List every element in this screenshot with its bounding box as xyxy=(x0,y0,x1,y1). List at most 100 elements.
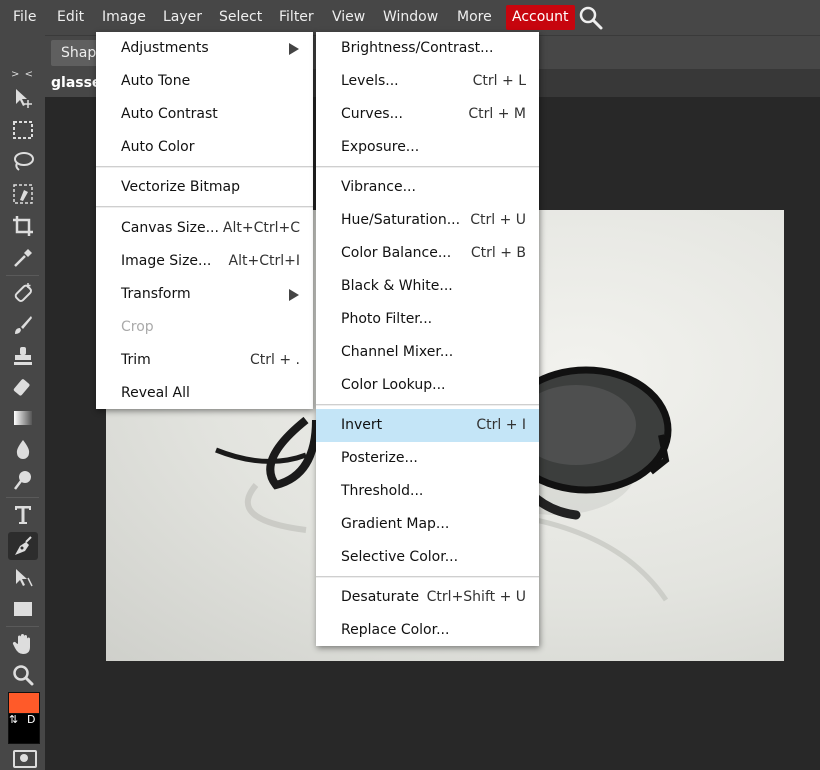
menu-item-label: Black & White... xyxy=(341,278,453,294)
menu-item-image-size[interactable]: Image Size... Alt+Ctrl+I xyxy=(96,245,313,278)
menu-item-label: Auto Color xyxy=(121,139,195,155)
rectangle-tool-icon[interactable] xyxy=(8,595,38,623)
menu-item-replace-color[interactable]: Replace Color... xyxy=(316,614,539,647)
menu-item-label: Channel Mixer... xyxy=(341,344,454,360)
menu-bar: File Edit Image Layer Select Filter View… xyxy=(0,0,820,35)
menu-file[interactable]: File xyxy=(13,0,36,35)
quick-selection-tool-icon[interactable] xyxy=(8,180,38,208)
clone-stamp-tool-icon[interactable] xyxy=(8,342,38,370)
menu-item-label: Color Lookup... xyxy=(341,377,446,393)
collapse-toolbar-toggle[interactable]: > < xyxy=(0,69,45,81)
path-selection-tool-icon[interactable] xyxy=(8,564,38,592)
menu-item-auto-color[interactable]: Auto Color xyxy=(96,131,313,164)
menu-separator xyxy=(316,404,539,406)
foreground-color-swatch[interactable] xyxy=(8,692,40,714)
menu-item-label: Invert xyxy=(341,417,383,433)
menu-filter[interactable]: Filter xyxy=(279,0,314,35)
menu-item-exposure[interactable]: Exposure... xyxy=(316,131,539,164)
adjustments-submenu: Brightness/Contrast... Levels... Ctrl + … xyxy=(316,32,539,646)
menu-item-shortcut: Ctrl+Shift + U xyxy=(426,589,526,605)
search-icon[interactable] xyxy=(578,5,604,31)
swap-colors-icon[interactable]: ⇅ xyxy=(9,713,18,726)
menu-layer[interactable]: Layer xyxy=(163,0,202,35)
default-colors-button[interactable]: D xyxy=(27,713,35,726)
toolbar-divider xyxy=(6,626,39,627)
blur-tool-icon[interactable] xyxy=(8,435,38,463)
menu-item-label: Gradient Map... xyxy=(341,516,450,532)
menu-item-canvas-size[interactable]: Canvas Size... Alt+Ctrl+C xyxy=(96,212,313,245)
eyedropper-tool-icon[interactable] xyxy=(8,244,38,272)
menu-item-adjustments[interactable]: Adjustments xyxy=(96,32,313,65)
menu-item-label: Vectorize Bitmap xyxy=(121,179,240,195)
menu-item-label: Reveal All xyxy=(121,385,190,401)
zoom-tool-icon[interactable] xyxy=(8,661,38,689)
healing-brush-tool-icon[interactable] xyxy=(8,279,38,307)
type-tool-icon[interactable] xyxy=(8,501,38,529)
lasso-tool-icon[interactable] xyxy=(8,148,38,176)
menu-image[interactable]: Image xyxy=(102,0,146,35)
menu-item-threshold[interactable]: Threshold... xyxy=(316,475,539,508)
menu-item-shortcut: Ctrl + U xyxy=(470,212,526,228)
menu-item-label: Vibrance... xyxy=(341,179,416,195)
menu-more[interactable]: More xyxy=(457,0,492,35)
move-tool-icon[interactable] xyxy=(8,84,38,112)
menu-item-channel-mixer[interactable]: Channel Mixer... xyxy=(316,336,539,369)
menu-item-brightness-contrast[interactable]: Brightness/Contrast... xyxy=(316,32,539,65)
account-button[interactable]: Account xyxy=(506,5,575,30)
menu-item-shortcut: Ctrl + L xyxy=(472,73,526,89)
menu-item-label: Exposure... xyxy=(341,139,420,155)
menu-item-reveal-all[interactable]: Reveal All xyxy=(96,377,313,410)
menu-item-label: Auto Contrast xyxy=(121,106,218,122)
menu-separator xyxy=(96,206,313,208)
menu-item-label: Crop xyxy=(121,319,154,335)
menu-item-selective-color[interactable]: Selective Color... xyxy=(316,541,539,574)
crop-tool-icon[interactable] xyxy=(8,212,38,240)
menu-item-label: Hue/Saturation... xyxy=(341,212,461,228)
menu-item-gradient-map[interactable]: Gradient Map... xyxy=(316,508,539,541)
eraser-tool-icon[interactable] xyxy=(8,373,38,401)
menu-item-label: Canvas Size... xyxy=(121,220,219,236)
pen-tool-icon[interactable] xyxy=(8,532,38,560)
menu-item-label: Desaturate xyxy=(341,589,420,605)
hand-tool-icon[interactable] xyxy=(8,630,38,658)
image-menu: Adjustments Auto Tone Auto Contrast Auto… xyxy=(96,32,313,409)
gradient-tool-icon[interactable] xyxy=(8,404,38,432)
menu-select[interactable]: Select xyxy=(219,0,262,35)
menu-item-black-white[interactable]: Black & White... xyxy=(316,270,539,303)
menu-separator xyxy=(96,166,313,168)
menu-item-label: Auto Tone xyxy=(121,73,191,89)
menu-item-label: Curves... xyxy=(341,106,403,122)
menu-item-transform[interactable]: Transform xyxy=(96,278,313,311)
menu-item-crop: Crop xyxy=(96,311,313,344)
menu-item-posterize[interactable]: Posterize... xyxy=(316,442,539,475)
menu-item-photo-filter[interactable]: Photo Filter... xyxy=(316,303,539,336)
menu-window[interactable]: Window xyxy=(383,0,438,35)
menu-item-shortcut: Ctrl + I xyxy=(476,417,526,433)
dodge-tool-icon[interactable] xyxy=(8,466,38,494)
menu-view[interactable]: View xyxy=(332,0,365,35)
menu-item-color-lookup[interactable]: Color Lookup... xyxy=(316,369,539,402)
menu-item-desaturate[interactable]: Desaturate Ctrl+Shift + U xyxy=(316,581,539,614)
menu-item-shortcut: Ctrl + . xyxy=(250,352,300,368)
menu-item-shortcut: Ctrl + B xyxy=(470,245,526,261)
menu-item-vectorize-bitmap[interactable]: Vectorize Bitmap xyxy=(96,171,313,204)
menu-item-label: Posterize... xyxy=(341,450,418,466)
menu-item-vibrance[interactable]: Vibrance... xyxy=(316,171,539,204)
menu-separator xyxy=(316,576,539,578)
menu-item-auto-contrast[interactable]: Auto Contrast xyxy=(96,98,313,131)
menu-item-shortcut: Alt+Ctrl+I xyxy=(228,253,300,269)
toolbar-divider xyxy=(6,275,39,276)
marquee-tool-icon[interactable] xyxy=(8,116,38,144)
menu-item-invert[interactable]: Invert Ctrl + I xyxy=(316,409,539,442)
menu-edit[interactable]: Edit xyxy=(57,0,84,35)
menu-item-curves[interactable]: Curves... Ctrl + M xyxy=(316,98,539,131)
submenu-arrow-icon xyxy=(289,289,299,301)
menu-item-hue-saturation[interactable]: Hue/Saturation... Ctrl + U xyxy=(316,204,539,237)
brush-tool-icon[interactable] xyxy=(8,311,38,339)
quick-mask-icon[interactable] xyxy=(13,750,37,768)
menu-item-color-balance[interactable]: Color Balance... Ctrl + B xyxy=(316,237,539,270)
menu-item-levels[interactable]: Levels... Ctrl + L xyxy=(316,65,539,98)
menu-item-trim[interactable]: Trim Ctrl + . xyxy=(96,344,313,377)
menu-item-shortcut: Alt+Ctrl+C xyxy=(222,220,300,236)
menu-item-auto-tone[interactable]: Auto Tone xyxy=(96,65,313,98)
